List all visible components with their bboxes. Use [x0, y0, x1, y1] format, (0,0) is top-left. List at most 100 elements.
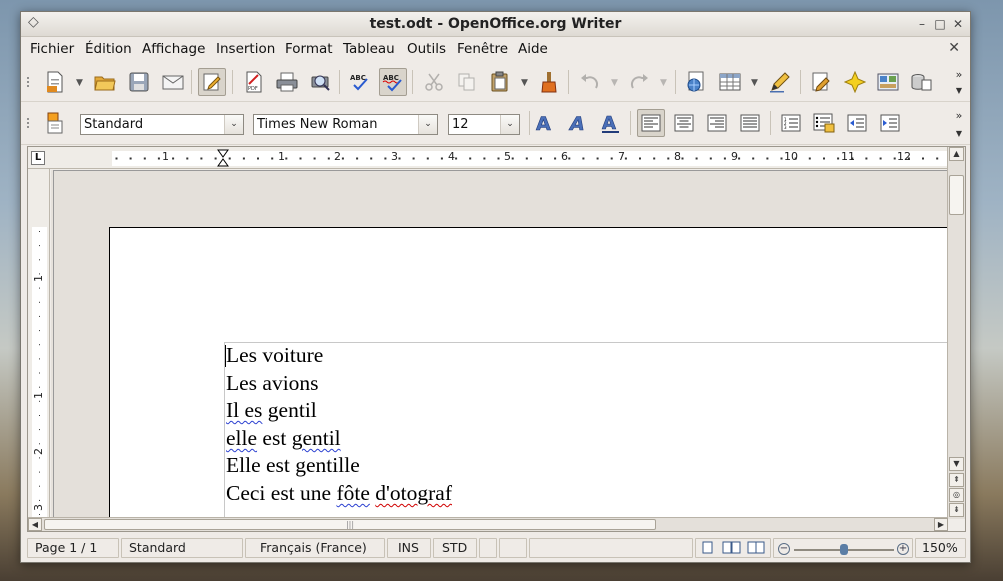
zoom-level[interactable]: 150%: [915, 538, 966, 558]
clone-formatting-icon[interactable]: [535, 68, 563, 96]
zoom-slider[interactable]: − +: [773, 538, 913, 558]
menu-format[interactable]: Format: [285, 41, 333, 57]
menu-aide[interactable]: Aide: [518, 41, 548, 57]
justify-icon[interactable]: [736, 109, 764, 137]
horizontal-scroll-thumb[interactable]: |||: [44, 519, 656, 530]
font-name-combo[interactable]: Times New Roman ⌄: [253, 114, 438, 135]
paste-dropdown-icon[interactable]: ▼: [521, 78, 528, 88]
spellcheck-icon[interactable]: ABC: [346, 68, 374, 96]
hyperlink-icon[interactable]: [682, 68, 710, 96]
navigation-button[interactable]: ◎: [949, 488, 964, 502]
indent-marker-icon[interactable]: [217, 149, 229, 167]
close-window-icon[interactable]: ✕: [950, 16, 966, 32]
horizontal-ruler[interactable]: L 1 1 2 3 4 5 6 7 8 9 10 11 12: [28, 147, 948, 169]
vertical-ruler[interactable]: 1 1 2 3: [28, 169, 50, 519]
redo-dropdown-icon[interactable]: ▼: [660, 78, 667, 88]
new-document-icon[interactable]: [41, 68, 69, 96]
save-icon[interactable]: [125, 68, 153, 96]
zoom-in-icon[interactable]: +: [897, 543, 909, 555]
undo-dropdown-icon[interactable]: ▼: [611, 78, 618, 88]
language-indicator[interactable]: Français (France): [245, 538, 385, 558]
bullets-icon[interactable]: [810, 109, 838, 137]
navigator-icon[interactable]: [841, 68, 869, 96]
menu-fichier[interactable]: Fichier: [30, 41, 74, 57]
vertical-scroll-thumb[interactable]: [949, 175, 964, 215]
align-left-icon[interactable]: [637, 109, 665, 137]
horizontal-scrollbar[interactable]: ◀ ||| ▶: [28, 517, 948, 531]
copy-icon[interactable]: [453, 68, 481, 96]
vertical-scrollbar[interactable]: ▲ ▼ ⇞ ◎ ⇟: [947, 147, 965, 519]
document-text[interactable]: Les voiture Les avions Il es gentil elle es…: [225, 342, 452, 508]
document-page[interactable]: Les voiture Les avions Il es gentil elle es…: [109, 227, 948, 519]
next-page-button[interactable]: ⇟: [949, 503, 964, 517]
autospellcheck-icon[interactable]: ABC: [379, 68, 407, 96]
toolbar-options-icon[interactable]: ▼: [952, 86, 966, 95]
close-document-icon[interactable]: ✕: [948, 40, 960, 56]
print-icon[interactable]: [273, 68, 301, 96]
table-dropdown-icon[interactable]: ▼: [751, 78, 758, 88]
menu-outils[interactable]: Outils: [407, 41, 446, 57]
undo-icon[interactable]: [576, 68, 604, 96]
selection-mode-indicator[interactable]: STD: [433, 538, 477, 558]
show-draw-functions-icon[interactable]: [766, 68, 794, 96]
menu-tableau[interactable]: Tableau: [343, 41, 395, 57]
menu-affichage[interactable]: Affichage: [142, 41, 205, 57]
document-line[interactable]: elle est gentil: [226, 425, 452, 453]
page-indicator[interactable]: Page 1 / 1: [27, 538, 119, 558]
page-style-indicator[interactable]: Standard: [121, 538, 243, 558]
decrease-indent-icon[interactable]: [843, 109, 871, 137]
scroll-up-button[interactable]: ▲: [949, 147, 964, 161]
document-line[interactable]: Elle est gentille: [226, 452, 452, 480]
zoom-knob[interactable]: [840, 544, 848, 555]
menu-fenetre[interactable]: Fenêtre: [457, 41, 508, 57]
scroll-left-button[interactable]: ◀: [28, 518, 42, 531]
increase-indent-icon[interactable]: [876, 109, 904, 137]
export-pdf-icon[interactable]: PDF: [240, 68, 268, 96]
view-layout-icon[interactable]: [700, 539, 766, 555]
menu-edition[interactable]: Édition: [85, 41, 132, 57]
tab-stop-selector[interactable]: L: [31, 151, 45, 165]
title-bar[interactable]: ◇ test.odt - OpenOffice.org Writer – □ ✕: [21, 12, 970, 37]
font-size-combo[interactable]: 12 ⌄: [448, 114, 520, 135]
chevron-down-icon[interactable]: ⌄: [418, 115, 437, 134]
zoom-out-icon[interactable]: −: [778, 543, 790, 555]
scroll-right-button[interactable]: ▶: [934, 518, 948, 531]
find-replace-icon[interactable]: [808, 68, 836, 96]
data-sources-icon[interactable]: [907, 68, 935, 96]
paste-icon[interactable]: [486, 68, 514, 96]
chevron-down-icon[interactable]: ⌄: [500, 115, 519, 134]
maximize-icon[interactable]: □: [932, 16, 948, 32]
document-canvas[interactable]: Les voiture Les avions Il es gentil elle es…: [51, 170, 948, 519]
toolbar-overflow-icon[interactable]: »: [952, 109, 966, 122]
toolbar-overflow-icon[interactable]: »: [952, 68, 966, 81]
toolbar-options-icon[interactable]: ▼: [952, 129, 966, 138]
bold-icon[interactable]: A: [531, 109, 559, 137]
italic-icon[interactable]: A: [564, 109, 592, 137]
toolbar-grip[interactable]: [26, 117, 30, 129]
table-icon[interactable]: [716, 68, 744, 96]
align-right-icon[interactable]: [703, 109, 731, 137]
document-line[interactable]: Il es gentil: [226, 397, 452, 425]
document-line[interactable]: Les voiture: [226, 342, 452, 370]
numbering-icon[interactable]: 123: [777, 109, 805, 137]
menu-insertion[interactable]: Insertion: [216, 41, 275, 57]
document-line[interactable]: Ceci est une fôte d'otograf: [226, 480, 452, 508]
gallery-icon[interactable]: [874, 68, 902, 96]
toolbar-grip[interactable]: [26, 76, 30, 88]
previous-page-button[interactable]: ⇞: [949, 473, 964, 487]
align-center-icon[interactable]: [670, 109, 698, 137]
open-folder-icon[interactable]: [91, 68, 119, 96]
chevron-down-icon[interactable]: ⌄: [224, 115, 243, 134]
edit-file-icon[interactable]: [198, 68, 226, 96]
print-preview-icon[interactable]: [306, 68, 334, 96]
paragraph-style-combo[interactable]: Standard ⌄: [80, 114, 244, 135]
redo-icon[interactable]: [625, 68, 653, 96]
document-line[interactable]: Les avions: [226, 370, 452, 398]
cut-icon[interactable]: [420, 68, 448, 96]
insert-mode-indicator[interactable]: INS: [387, 538, 431, 558]
minimize-icon[interactable]: –: [914, 16, 930, 32]
underline-icon[interactable]: A: [597, 109, 625, 137]
new-dropdown-icon[interactable]: ▼: [76, 78, 83, 88]
view-layout-selector[interactable]: [695, 538, 771, 558]
email-icon[interactable]: [159, 68, 187, 96]
